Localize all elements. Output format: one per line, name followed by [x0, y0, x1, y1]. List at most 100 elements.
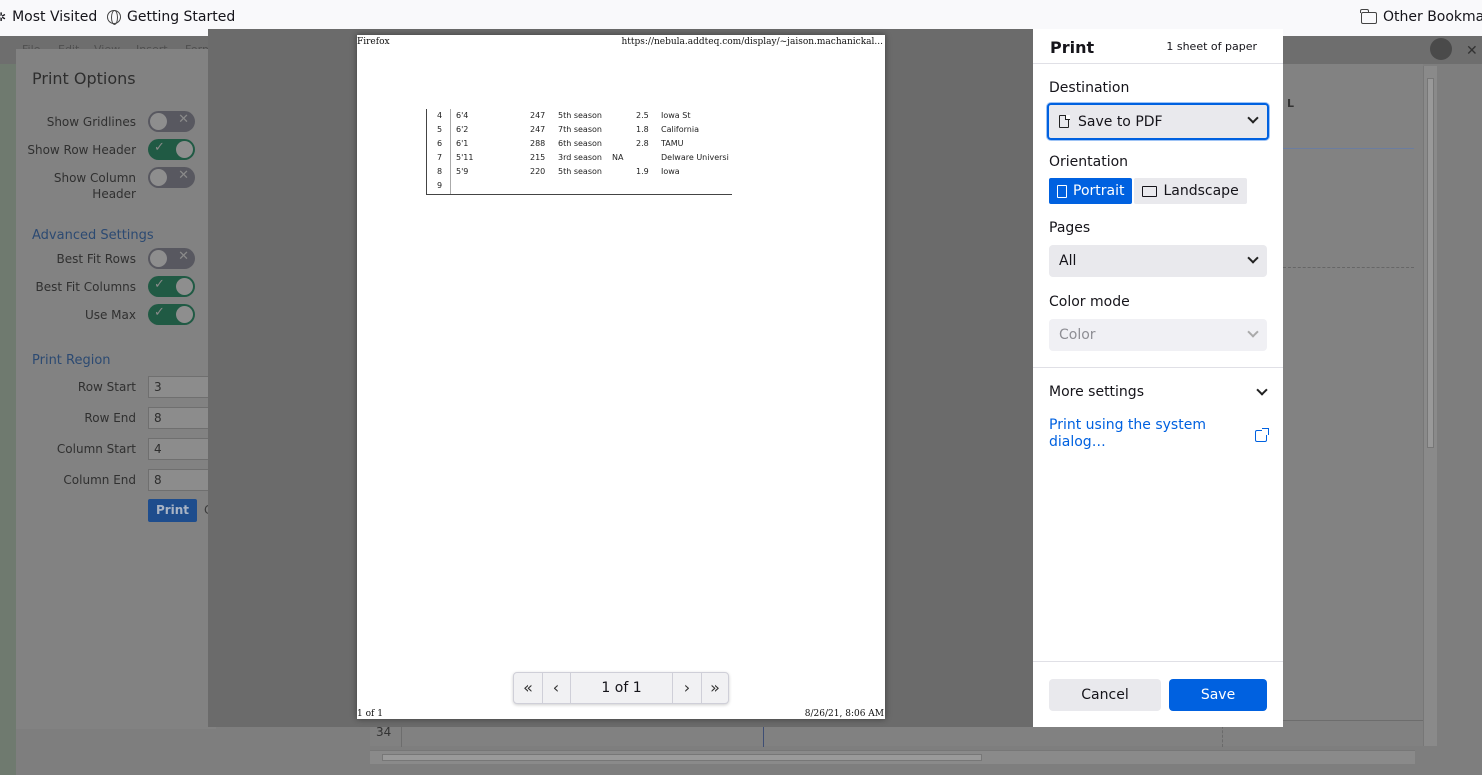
- best-fit-rows-toggle[interactable]: ✕: [148, 248, 195, 269]
- bookmark-most-visited[interactable]: ✲ Most Visited: [0, 9, 97, 25]
- cell-weight: 220: [530, 167, 546, 176]
- row-number: 8: [437, 167, 443, 176]
- avatar[interactable]: [1430, 38, 1452, 60]
- option-label: Show Row Header: [27, 143, 136, 157]
- cell-height: 5'11: [456, 153, 474, 162]
- cell-college: TAMU: [661, 139, 684, 148]
- vertical-scrollbar[interactable]: [1423, 66, 1437, 746]
- landscape-label: Landscape: [1163, 183, 1239, 199]
- best-fit-columns-toggle[interactable]: ✓: [148, 276, 195, 297]
- document-icon: [1059, 114, 1070, 128]
- cell-weight: 247: [530, 111, 546, 120]
- show-row-header-toggle[interactable]: ✓: [148, 139, 195, 160]
- bookmark-other[interactable]: Other Bookma: [1360, 9, 1482, 25]
- print-title: Print: [1050, 38, 1095, 57]
- page-navigator: « ‹ 1 of 1 › »: [513, 672, 729, 704]
- table-row: 4 6'4 247 5th season 2.5 Iowa St: [427, 109, 733, 123]
- scrollbar-thumb[interactable]: [382, 754, 982, 761]
- print-button[interactable]: Print: [148, 499, 197, 522]
- page-footer-date: 8/26/21, 8:06 AM: [804, 709, 884, 719]
- use-max-toggle[interactable]: ✓: [148, 304, 195, 325]
- save-button[interactable]: Save: [1169, 679, 1267, 711]
- destination-value: Save to PDF: [1078, 113, 1163, 130]
- toggle-knob: [176, 141, 193, 158]
- print-options-panel: Print Options Show Gridlines ✕ Show Row …: [16, 49, 218, 729]
- x-icon: ✕: [178, 112, 189, 127]
- orientation-group: Portrait Landscape: [1049, 178, 1247, 204]
- pages-select[interactable]: All: [1049, 245, 1267, 277]
- chevron-down-icon: [1247, 112, 1259, 124]
- row-number: 6: [437, 139, 443, 148]
- print-preview-area: Firefox https://nebula.addteq.com/displa…: [208, 29, 1033, 727]
- option-label: Best Fit Columns: [35, 280, 136, 294]
- cell-stat: 1.9: [636, 167, 649, 176]
- cell-college: Iowa St: [661, 111, 691, 120]
- cell-college: Iowa: [661, 167, 680, 176]
- cell-college: California: [661, 125, 699, 134]
- show-column-header-toggle[interactable]: ✕: [148, 167, 195, 188]
- close-icon[interactable]: ✕: [1466, 43, 1478, 59]
- cell-season: 5th season: [558, 111, 602, 120]
- table-row: 6 6'1 288 6th season 2.8 TAMU: [427, 137, 733, 151]
- scrollbar-thumb[interactable]: [1427, 78, 1434, 448]
- row-number: 7: [437, 153, 443, 162]
- option-label: Row End: [84, 411, 136, 425]
- show-gridlines-toggle[interactable]: ✕: [148, 111, 195, 132]
- section-title: Print Region: [32, 353, 111, 368]
- destination-select[interactable]: Save to PDF: [1047, 103, 1269, 140]
- last-page-button[interactable]: »: [701, 673, 729, 703]
- page-indicator: 1 of 1: [601, 680, 642, 696]
- option-label: Show Column Header: [53, 171, 136, 201]
- sheet-count: 1 sheet of paper: [1166, 40, 1257, 53]
- external-link-icon[interactable]: [1255, 428, 1269, 442]
- toggle-knob: [176, 278, 193, 295]
- check-icon: ✓: [154, 305, 165, 320]
- system-dialog-link[interactable]: Print using the system dialog…: [1049, 417, 1219, 451]
- divider: [1033, 367, 1283, 368]
- x-icon: ✕: [178, 249, 189, 264]
- more-settings-toggle[interactable]: More settings: [1049, 384, 1144, 400]
- option-label: Column Start: [56, 442, 136, 456]
- chevron-down-icon[interactable]: [1256, 384, 1268, 396]
- toggle-knob: [150, 250, 167, 267]
- cell-height: 6'1: [456, 139, 469, 148]
- check-icon: ✓: [154, 277, 165, 292]
- color-mode-value: Color: [1059, 327, 1096, 343]
- cell-weight: 247: [530, 125, 546, 134]
- portrait-button[interactable]: Portrait: [1049, 178, 1133, 204]
- cell-stat: 1.8: [636, 125, 649, 134]
- previous-page-button[interactable]: ‹: [542, 673, 570, 703]
- cell-height: 6'4: [456, 111, 469, 120]
- bookmark-getting-started[interactable]: Getting Started: [107, 9, 235, 25]
- color-mode-label: Color mode: [1049, 294, 1130, 310]
- color-mode-select[interactable]: Color: [1049, 319, 1267, 351]
- cell-weight: 288: [530, 139, 546, 148]
- portrait-page-icon: [1057, 184, 1067, 198]
- page-header-url: https://nebula.addteq.com/display/~jaiso…: [621, 37, 883, 47]
- row-number: 5: [437, 125, 443, 134]
- cancel-button[interactable]: Cancel: [1049, 679, 1161, 711]
- toggle-knob: [150, 113, 167, 130]
- folder-icon: [1360, 9, 1377, 24]
- globe-icon: [107, 10, 121, 25]
- cell-stat: 2.5: [636, 111, 649, 120]
- page-footer-left: 1 of 1: [357, 709, 383, 719]
- cell-season: 6th season: [558, 139, 602, 148]
- option-label: Show Gridlines: [46, 115, 136, 129]
- landscape-page-icon: [1142, 185, 1158, 197]
- check-icon: ✓: [154, 140, 165, 155]
- cell-stat: NA: [612, 153, 624, 162]
- row-number: 4: [437, 111, 443, 120]
- grid-line: [1283, 148, 1414, 149]
- x-icon: ✕: [178, 168, 189, 183]
- column-header-l: L: [1287, 97, 1295, 110]
- print-footer: Cancel Save: [1033, 661, 1283, 727]
- first-page-button[interactable]: «: [514, 673, 542, 703]
- landscape-button[interactable]: Landscape: [1134, 178, 1247, 204]
- option-label: Best Fit Rows: [56, 252, 136, 266]
- option-label: Column End: [63, 473, 136, 487]
- bookmark-label: Other Bookma: [1383, 9, 1482, 25]
- section-title: Advanced Settings: [32, 228, 154, 243]
- next-page-button[interactable]: ›: [673, 673, 701, 703]
- horizontal-scrollbar[interactable]: [370, 750, 1415, 764]
